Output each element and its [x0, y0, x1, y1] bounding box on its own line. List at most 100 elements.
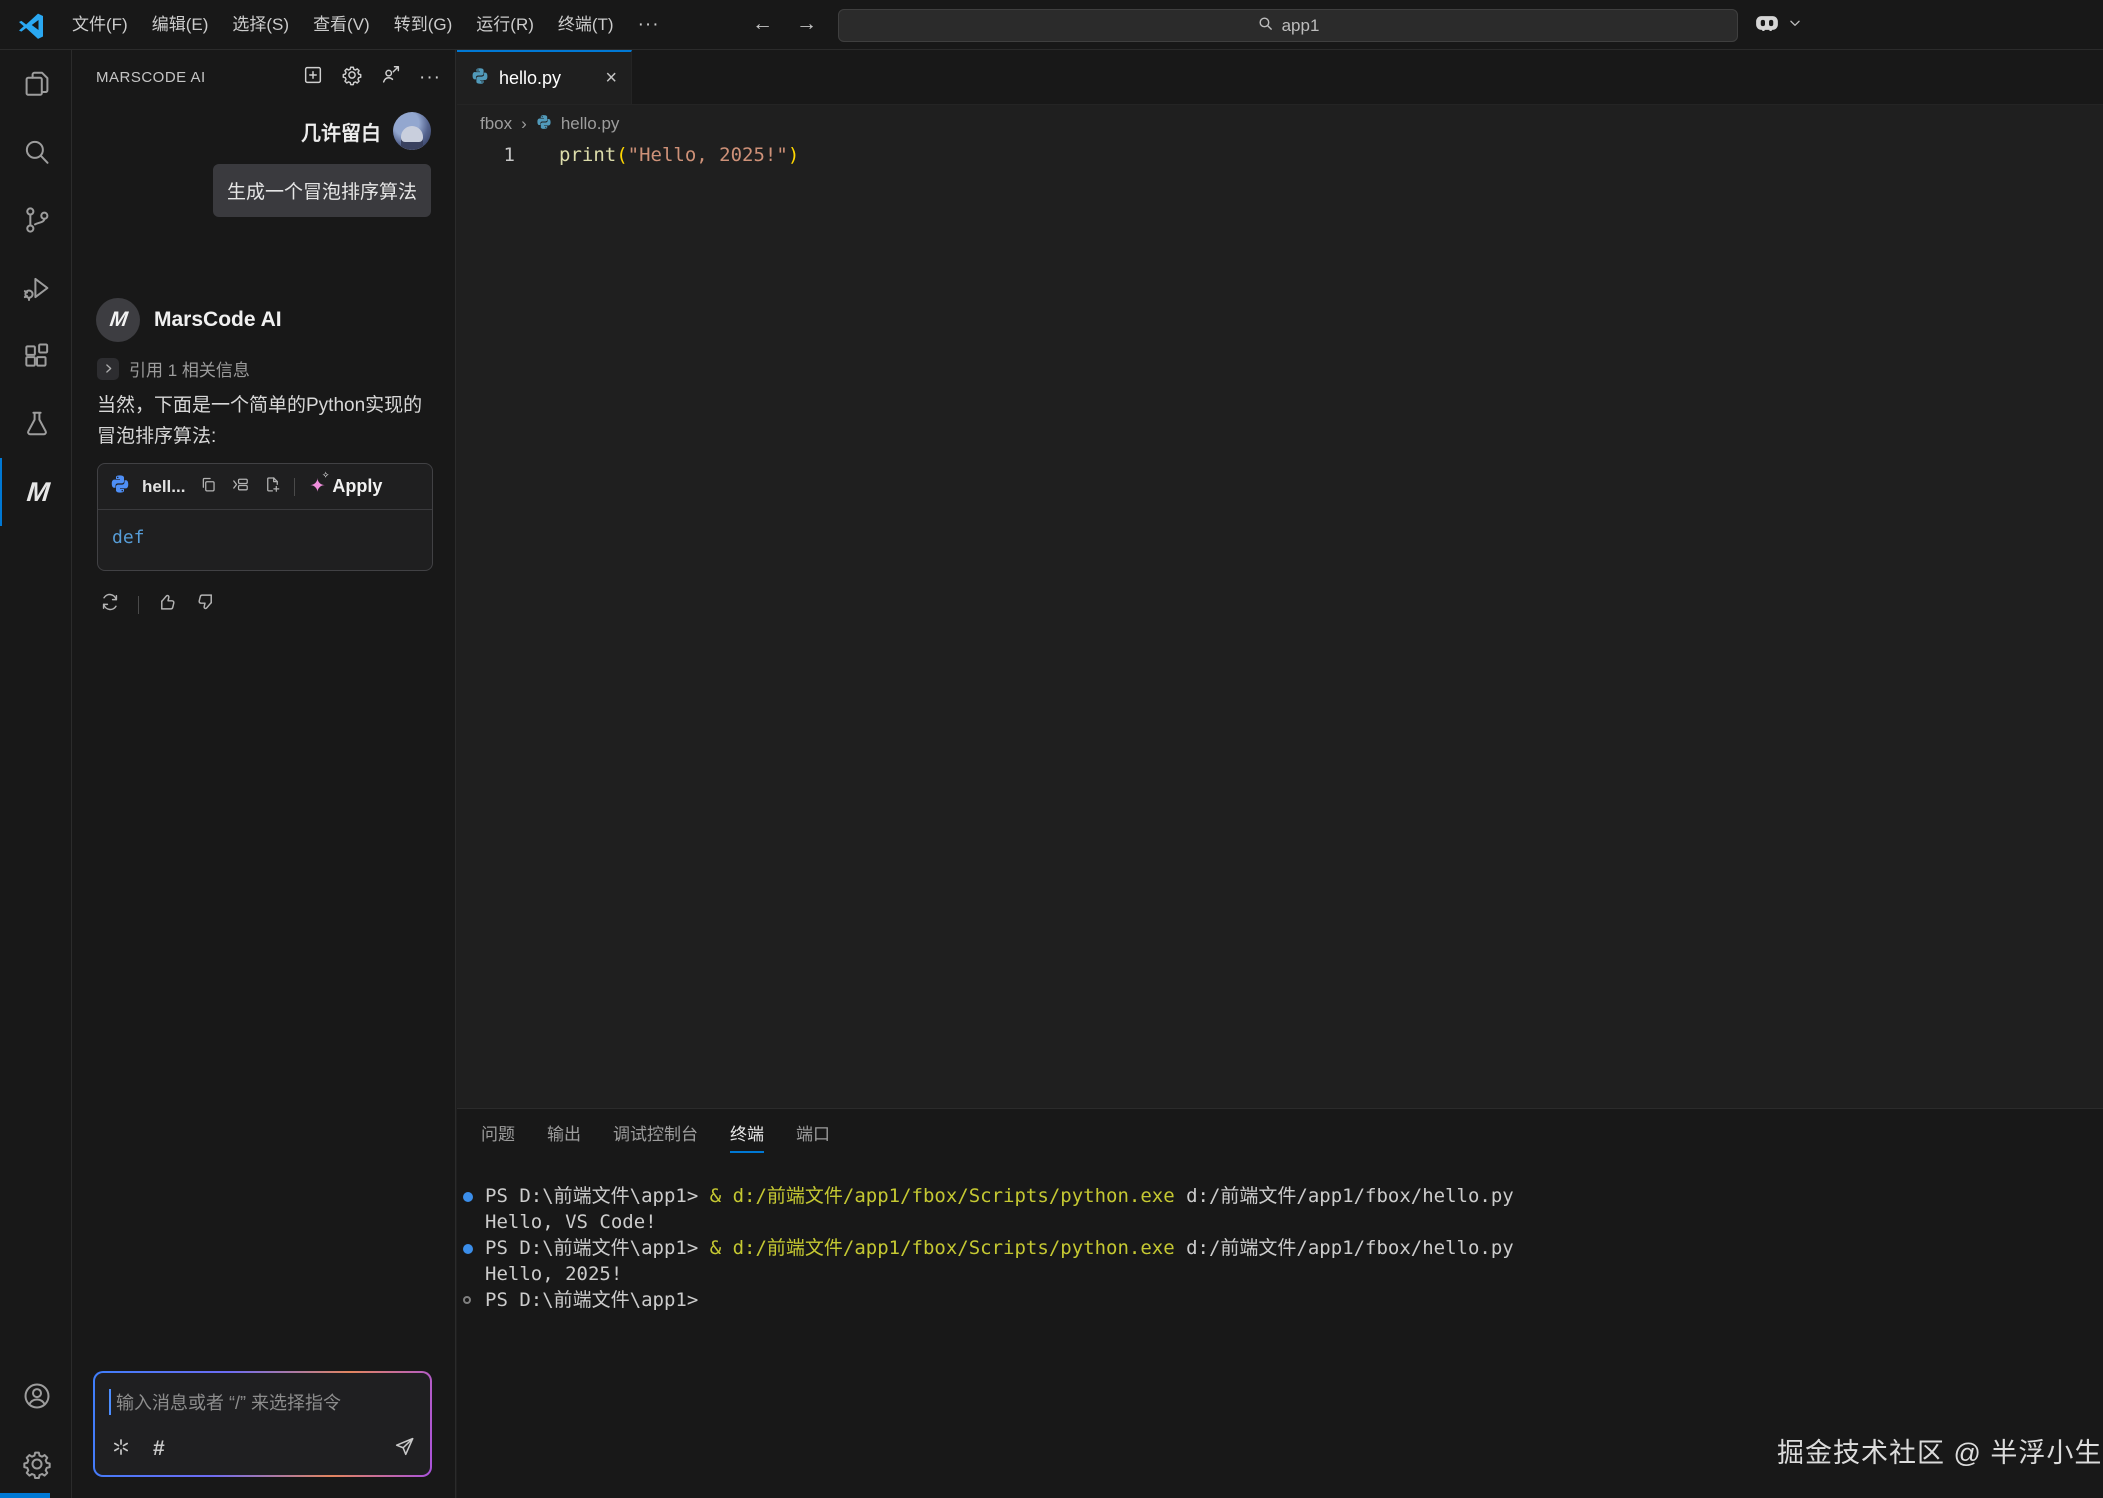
code-card-filename: hell...	[142, 477, 185, 497]
code-card-content: def	[98, 510, 432, 570]
sidebar-item-extensions[interactable]	[0, 322, 72, 390]
thumbs-down-button[interactable]	[195, 591, 217, 618]
context-hash-button[interactable]: #	[153, 1437, 165, 1461]
apply-button[interactable]: ✦✧ Apply	[309, 476, 382, 497]
line-number: 1	[457, 144, 529, 166]
tab-output[interactable]: 输出	[547, 1120, 581, 1153]
text-cursor	[109, 1389, 111, 1415]
more-actions-button[interactable]: ···	[419, 73, 441, 83]
sidebar-item-explorer[interactable]	[0, 50, 72, 118]
menu-overflow[interactable]: ···	[626, 0, 672, 50]
breadcrumb: fbox › hello.py	[457, 105, 2103, 143]
apply-label: Apply	[332, 476, 382, 497]
tab-problems[interactable]: 问题	[481, 1120, 515, 1153]
tab-bar: hello.py ×	[457, 50, 2103, 105]
title-bar: 文件(F) 编辑(E) 选择(S) 查看(V) 转到(G) 运行(R) 终端(T…	[0, 0, 2103, 50]
user-name: 几许留白	[301, 117, 381, 146]
command-center-search[interactable]: app1	[838, 9, 1738, 42]
create-file-icon[interactable]	[263, 475, 282, 499]
terminal-line: PS D:\前端文件\app1>	[463, 1287, 2103, 1313]
gear-icon	[21, 1448, 53, 1480]
chevron-down-icon	[1788, 16, 1802, 35]
assistant-message-text: 当然，下面是一个简单的Python实现的冒泡排序算法:	[97, 390, 433, 452]
sidebar-item-run-debug[interactable]	[0, 254, 72, 322]
extensions-icon	[21, 340, 53, 372]
marscode-icon: M	[25, 477, 49, 508]
nav-back-icon[interactable]: ←	[752, 0, 773, 48]
python-file-icon	[110, 474, 130, 499]
sparkle-icon: ✦✧	[309, 477, 325, 496]
panel-tab-bar: 问题 输出 调试控制台 终端 端口	[457, 1109, 2103, 1161]
command-success-marker	[463, 1235, 485, 1254]
citation-label: 引用 1 相关信息	[129, 356, 250, 381]
vscode-logo-icon	[16, 10, 46, 40]
activity-bar: M	[0, 50, 72, 1498]
switch-account-button[interactable]	[380, 64, 402, 91]
account-icon	[21, 1380, 53, 1412]
watermark: 掘金技术社区 @ 半浮小生	[1777, 1431, 2102, 1470]
divider	[294, 478, 295, 496]
code-token-paren: )	[788, 144, 799, 166]
citation-toggle[interactable]: 引用 1 相关信息	[97, 356, 250, 381]
terminal-output[interactable]: PS D:\前端文件\app1> & d:/前端文件/app1/fbox/Scr…	[457, 1183, 2103, 1313]
menu-selection[interactable]: 选择(S)	[220, 0, 301, 50]
divider	[138, 596, 139, 614]
menu-goto[interactable]: 转到(G)	[382, 0, 465, 50]
menu-edit[interactable]: 编辑(E)	[140, 0, 221, 50]
run-debug-icon	[21, 272, 53, 304]
editor-area: hello.py × fbox › hello.py 1 print("Hell…	[457, 50, 2103, 1108]
panel-settings-button[interactable]	[341, 64, 363, 91]
account-button[interactable]	[0, 1362, 72, 1430]
close-icon[interactable]: ×	[605, 67, 617, 90]
insert-at-cursor-icon[interactable]	[231, 475, 250, 499]
python-file-icon	[471, 67, 489, 90]
chevron-right-icon: ›	[521, 114, 527, 134]
vscode-window: 文件(F) 编辑(E) 选择(S) 查看(V) 转到(G) 运行(R) 终端(T…	[0, 0, 2103, 1498]
source-control-icon	[21, 204, 53, 236]
sidebar-item-testing[interactable]	[0, 390, 72, 458]
nav-forward-icon[interactable]: →	[796, 0, 817, 48]
copy-icon[interactable]	[199, 475, 218, 499]
assistant-name: MarsCode AI	[154, 308, 282, 332]
command-success-marker	[463, 1183, 485, 1202]
breadcrumb-folder[interactable]: fbox	[480, 114, 512, 134]
copilot-menu[interactable]	[1752, 8, 1802, 43]
python-file-icon	[536, 114, 552, 135]
code-token-function: print	[559, 144, 616, 166]
explorer-icon	[21, 68, 53, 100]
thumbs-up-button[interactable]	[156, 591, 178, 618]
copilot-icon	[1752, 8, 1782, 43]
tab-terminal[interactable]: 终端	[730, 1120, 764, 1153]
menu-terminal[interactable]: 终端(T)	[546, 0, 626, 50]
new-chat-button[interactable]	[302, 64, 324, 91]
chat-input[interactable]: 输入消息或者 “/” 来选择指令 #	[93, 1371, 432, 1477]
menu-view[interactable]: 查看(V)	[301, 0, 382, 50]
panel-title: MARSCODE AI	[96, 69, 206, 86]
menu-file[interactable]: 文件(F)	[60, 0, 140, 50]
commands-icon[interactable]	[111, 1437, 131, 1462]
regenerate-button[interactable]	[99, 591, 121, 618]
terminal-line: Hello, VS Code!	[463, 1209, 2103, 1235]
breadcrumb-file[interactable]: hello.py	[561, 114, 620, 134]
tab-debug-console[interactable]: 调试控制台	[613, 1120, 698, 1153]
menu-run[interactable]: 运行(R)	[464, 0, 546, 50]
avatar	[393, 112, 431, 150]
tab-hello-py[interactable]: hello.py ×	[457, 50, 632, 104]
tab-ports[interactable]: 端口	[796, 1120, 830, 1153]
code-card: hell... ✦✧ Apply def	[97, 463, 433, 571]
chevron-right-icon	[97, 358, 119, 380]
code-token-paren: (	[616, 144, 627, 166]
sidebar-item-search[interactable]	[0, 118, 72, 186]
marscode-panel: MARSCODE AI ··· 几许留白 生成一个冒泡排序算法 M MarsCo…	[72, 50, 456, 1498]
chat-input-placeholder: 输入消息或者 “/” 来选择指令	[116, 1389, 341, 1415]
command-pending-marker	[463, 1287, 485, 1304]
sidebar-item-marscode-ai[interactable]: M	[0, 458, 72, 526]
search-icon	[21, 136, 53, 168]
code-line[interactable]: 1 print("Hello, 2025!")	[457, 144, 2103, 166]
tab-label: hello.py	[499, 68, 561, 89]
settings-button[interactable]	[0, 1430, 72, 1498]
send-icon[interactable]	[393, 1435, 416, 1463]
terminal-line: PS D:\前端文件\app1> & d:/前端文件/app1/fbox/Scr…	[463, 1183, 2103, 1209]
sidebar-item-source-control[interactable]	[0, 186, 72, 254]
terminal-line: Hello, 2025!	[463, 1261, 2103, 1287]
